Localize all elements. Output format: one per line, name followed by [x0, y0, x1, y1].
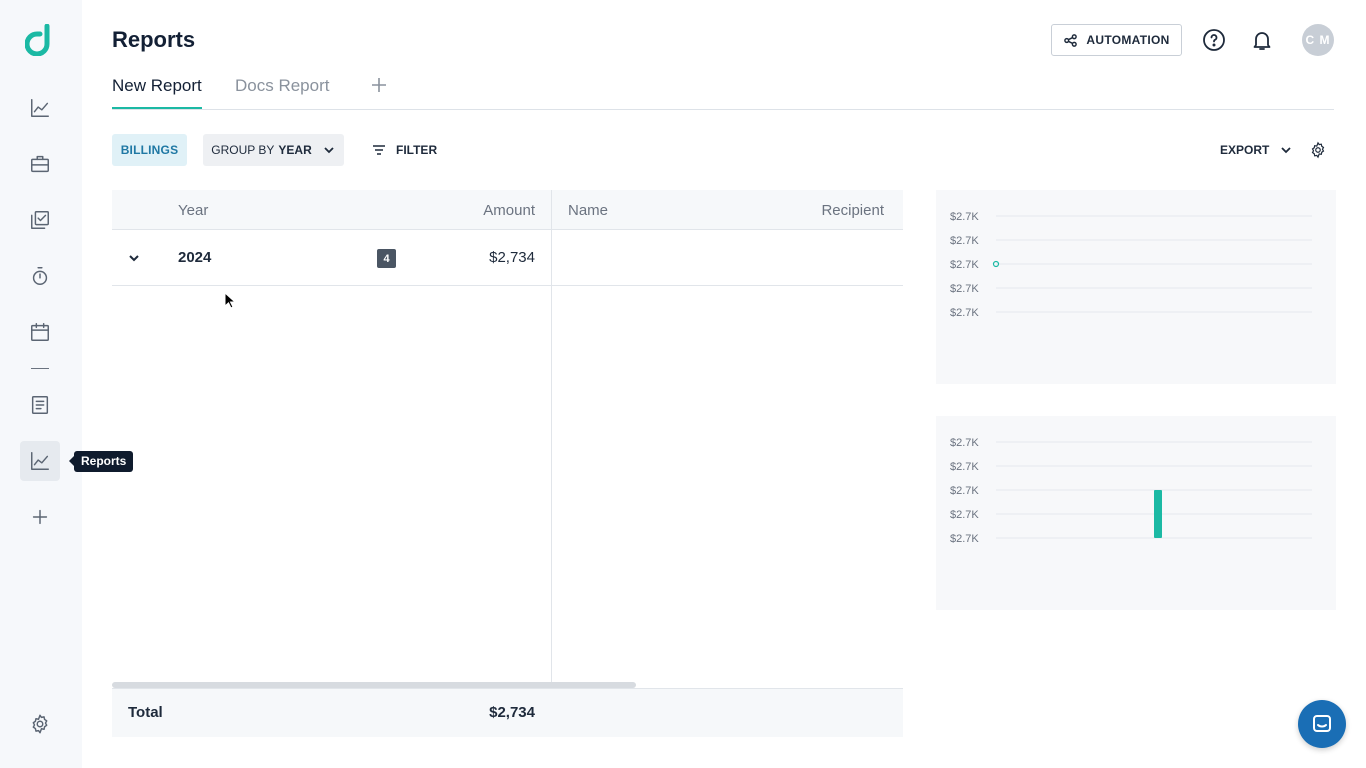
checklist-icon [31, 211, 49, 229]
report-tabs: New Report Docs Report [112, 72, 1334, 110]
y-tick-label: $2.7K [950, 235, 979, 247]
sidebar-item-documents[interactable] [20, 385, 60, 425]
sidebar-item-time[interactable] [20, 256, 60, 296]
sidebar-item-projects[interactable] [20, 144, 60, 184]
y-tick-label: $2.7K [950, 211, 979, 223]
column-divider [551, 190, 552, 737]
sidebar-item-dashboard[interactable] [20, 88, 60, 128]
sidebar-item-tasks[interactable] [20, 200, 60, 240]
bar[interactable] [1154, 490, 1162, 538]
table-header: Year Amount Name Recipient [112, 190, 903, 230]
filter-icon [373, 145, 385, 155]
y-tick-label: $2.7K [950, 283, 979, 295]
sidebar-item-add[interactable] [20, 497, 60, 537]
y-tick-label: $2.7K [950, 437, 979, 449]
page-title: Reports [112, 27, 196, 52]
column-header-name[interactable]: Name [568, 202, 608, 219]
chat-icon [1313, 715, 1331, 732]
sidebar-divider [31, 368, 49, 369]
scatter-chart: $2.7K $2.7K $2.7K $2.7K $2.7K [950, 211, 1312, 319]
chevron-down-icon [1281, 147, 1291, 154]
bar-chart-panel: $2.7K $2.7K $2.7K $2.7K $2.7K [936, 416, 1336, 610]
document-icon [31, 396, 49, 414]
total-amount: $2,734 [489, 704, 535, 721]
group-by-dropdown[interactable]: GROUP BY YEAR [203, 134, 344, 166]
sidebar-item-reports[interactable] [20, 441, 60, 481]
automation-button[interactable]: AUTOMATION [1051, 24, 1182, 56]
report-settings-button[interactable] [1309, 141, 1327, 159]
chat-support-button[interactable] [1298, 700, 1346, 748]
tab-docs-report[interactable]: Docs Report [235, 76, 329, 96]
user-avatar[interactable]: C M [1302, 24, 1334, 56]
y-tick-label: $2.7K [950, 259, 979, 271]
bell-icon [1253, 32, 1271, 50]
app-logo-icon[interactable] [25, 24, 55, 56]
gear-icon [1311, 141, 1325, 159]
plus-icon [32, 509, 48, 525]
share-nodes-icon [1064, 33, 1078, 47]
help-button[interactable] [1202, 28, 1226, 52]
help-circle-icon [1203, 29, 1225, 51]
column-header-year[interactable]: Year [178, 202, 208, 219]
mouse-cursor-icon [224, 292, 236, 309]
row-year: 2024 [178, 249, 212, 266]
y-tick-label: $2.7K [950, 307, 979, 319]
row-count-badge: 4 [377, 249, 396, 268]
bar-chart: $2.7K $2.7K $2.7K $2.7K $2.7K [950, 437, 1312, 545]
briefcase-icon [31, 155, 49, 173]
report-table: Year Amount Name Recipient 2024 4 $2,734… [112, 190, 903, 737]
total-label: Total [128, 704, 163, 721]
filter-button[interactable]: FILTER [372, 134, 437, 166]
y-tick-label: $2.7K [950, 461, 979, 473]
y-tick-label: $2.7K [950, 509, 979, 521]
table-footer: Total $2,734 [112, 688, 903, 737]
row-amount: $2,734 [489, 249, 535, 266]
column-header-recipient[interactable]: Recipient [821, 202, 884, 219]
export-dropdown[interactable]: EXPORT [1220, 134, 1293, 166]
group-by-prefix: GROUP BY [211, 143, 275, 157]
calendar-icon [31, 323, 49, 341]
sidebar: Reports [0, 0, 134, 768]
notifications-button[interactable] [1250, 28, 1274, 52]
add-tab-button[interactable] [370, 76, 388, 94]
automation-label: AUTOMATION [1086, 33, 1170, 47]
group-by-value: YEAR [278, 143, 312, 157]
sidebar-item-calendar[interactable] [20, 312, 60, 352]
table-row[interactable]: 2024 4 $2,734 [112, 230, 903, 286]
line-chart-icon [31, 452, 49, 470]
filter-label: FILTER [396, 143, 438, 157]
chevron-down-icon [324, 147, 334, 154]
tab-new-report[interactable]: New Report [112, 76, 202, 109]
scatter-chart-panel: $2.7K $2.7K $2.7K $2.7K $2.7K [936, 190, 1336, 384]
y-tick-label: $2.7K [950, 485, 979, 497]
y-tick-label: $2.7K [950, 533, 979, 545]
billings-chip[interactable]: BILLINGS [112, 134, 187, 166]
column-header-amount[interactable]: Amount [483, 202, 535, 219]
sidebar-item-settings[interactable] [20, 704, 60, 744]
line-chart-icon [31, 99, 49, 117]
gear-icon [32, 714, 48, 734]
stopwatch-icon [32, 267, 48, 285]
export-label: EXPORT [1220, 143, 1270, 157]
chevron-down-icon [129, 255, 139, 262]
expand-row-button[interactable] [128, 251, 140, 263]
plus-icon [372, 78, 386, 92]
